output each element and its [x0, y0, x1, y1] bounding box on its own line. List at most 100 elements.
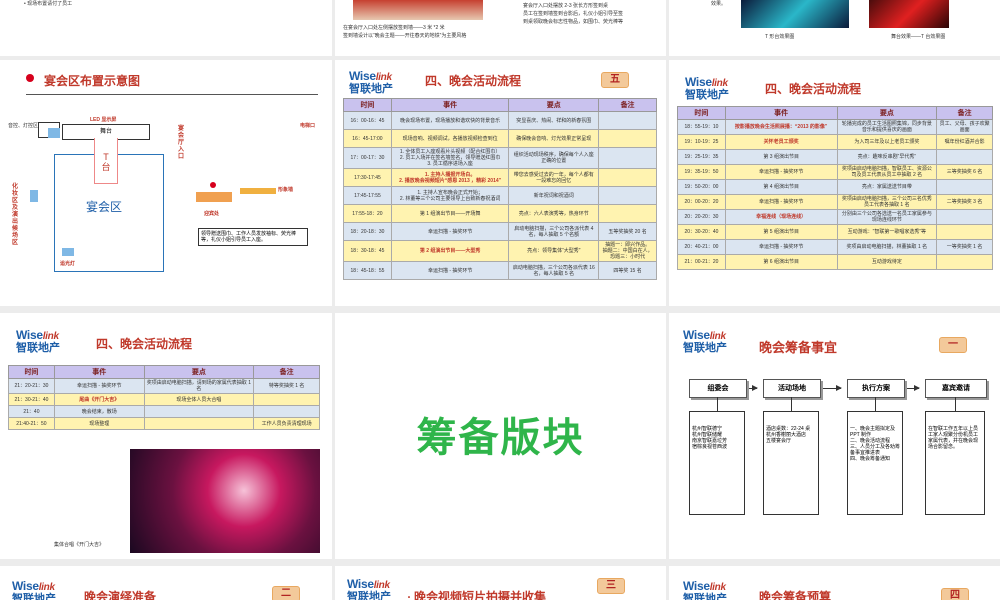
- table-cell: 亮点：趣味反串剧“早代秀”: [836, 149, 938, 165]
- table-cell: 幸福连线（现场连线）: [724, 209, 838, 225]
- section-title: 筹备版块: [416, 415, 585, 461]
- slide-text-1: 在宴会厅入口处左侧摆放签到墙——3 米 *2 米: [343, 25, 445, 31]
- slide-text: 效果。: [711, 1, 727, 7]
- connector-line: [791, 397, 792, 411]
- arrow-right-icon: [907, 385, 920, 391]
- table-cell: 按影播放晚会生活照展播：“2013 的影像”: [724, 119, 838, 135]
- company-logo: Wiselink 智联地产: [347, 577, 391, 600]
- slide-flow-1[interactable]: Wiselink 智联地产 四、晚会活动流程 五 时间 事件 要点 备注 16：…: [335, 60, 666, 306]
- slide-rehearsal[interactable]: Wiselink 智联地产 晚会演绎准备 二: [0, 566, 332, 600]
- table-cell: 17：00-17：30: [343, 147, 392, 169]
- table-row: 18：55-19：10 按影播放晚会生活照展播：“2013 的影像” 轮播完成的员工…: [677, 119, 993, 135]
- table-cell: [143, 405, 255, 418]
- table-cell: 启动电脑扫描，三个公司各派代表 16 名，每人抽取 5 名: [508, 261, 600, 280]
- table-cell: 奖项由启动电脑扫描，请到场的家属代表抽取 1 名: [143, 378, 255, 394]
- table-cell: 五等奖抽奖 20 名: [598, 222, 657, 241]
- table-cell: 20：40-21：00: [677, 239, 726, 255]
- label-led: LED 显示屏: [90, 117, 117, 123]
- flow-table: 时间 事件 要点 备注 21：20-21：30 幸运扫描 - 抽奖环节 奖项由启动电…: [8, 365, 320, 430]
- col-header: 要点: [508, 98, 600, 112]
- table-cell: 二等奖抽奖 3 名: [936, 194, 993, 210]
- connector-line: [955, 397, 956, 411]
- slide-budget[interactable]: Wiselink 智联地产 晚会筹备预算 四: [669, 566, 1000, 600]
- table-cell: 21：00-21：20: [677, 254, 726, 270]
- table-cell: 1. 主持人宣布晚会正式开始； 2. 林董等三个公司主要领导上台致新春祝酒词: [390, 186, 510, 205]
- table-cell: 第 2 组演出节目——大型秀: [390, 240, 510, 262]
- section-badge: 五: [601, 72, 629, 88]
- table-cell: [143, 417, 255, 430]
- table-row: 20：40-21：00 幸运扫描 - 抽奖环节 奖项由启动电脑扫描，林董抽取 1 名…: [677, 239, 993, 255]
- table-cell: 第 4 组演出节目: [724, 179, 838, 195]
- slide-text-2: 签到墙设计以“晚会主题——开往春天的地铁”为主要风格: [343, 33, 467, 39]
- table-cell: 幸运扫描 - 抽奖环节: [390, 261, 510, 280]
- slide-venue-layout[interactable]: 宴会区布置示意图 音控、灯控区域 LED 显示屏 舞台 T 台 宴会区 化妆区及…: [0, 60, 332, 306]
- slide-preparation[interactable]: Wiselink 智联地产 晚会筹备事宜 一 组委会 杭州智联德宁 杭州智联储耀 …: [669, 313, 1000, 559]
- slide-title: 晚会筹备事宜: [759, 340, 838, 355]
- table-cell: 带您去感受过去的一年，每个人都有一段难忘的回忆: [508, 168, 600, 187]
- label-sign-wall: 形象墙: [278, 187, 294, 193]
- slide-title: 四、晚会活动流程: [425, 74, 522, 88]
- slide-section[interactable]: 筹备版块: [335, 313, 666, 559]
- arrow-right-icon: [749, 385, 758, 391]
- slide-video[interactable]: Wiselink 智联地产 · 晚会视频短片拍摄并收集 三: [335, 566, 666, 600]
- table-cell: 幸运扫描 - 抽奖环节: [724, 239, 838, 255]
- slide-3[interactable]: 效果。 T 形台效果图 舞台效果——T 台效果图: [669, 0, 1000, 56]
- slide-bullet: • 现场布置请付了员工: [24, 1, 73, 7]
- table-row: 20：30-20：40 第 5 组演出节目 互动游戏：“智联第一歌唱家选秀”等: [677, 224, 993, 240]
- table-row: 21：00-21：20 第 6 组演出节目 互动游戏待定: [677, 254, 993, 270]
- stage-photo: [741, 0, 849, 28]
- welcome-desk: [196, 192, 232, 202]
- title-bullet: [26, 74, 34, 82]
- section-badge: 四: [941, 588, 969, 600]
- slide-title: 四、晚会活动流程: [765, 82, 862, 96]
- table-cell: 19：35-19：50: [677, 164, 726, 180]
- photo-caption: 集体合唱《开门大吉》: [54, 542, 105, 548]
- table-cell: 现场全体人员大合唱: [143, 393, 255, 406]
- slide-title: 宴会区布置示意图: [44, 74, 141, 88]
- slide-1[interactable]: • 现场布置请付了员工: [0, 0, 332, 56]
- table-cell: [598, 147, 657, 169]
- table-cell: 16：45-17:00: [343, 129, 392, 148]
- table-row: 17:45-17:55 1. 主持人宣布晚会正式开始； 2. 林董等三个公司主要领…: [343, 186, 657, 205]
- slide-2[interactable]: 在宴会厅入口处左侧摆放签到墙——3 米 *2 米 签到墙设计以“晚会主题——开往…: [335, 0, 666, 56]
- table-cell: [936, 149, 993, 165]
- table-row: 21：20-21：30 幸运扫描 - 抽奖环节 奖项由启动电脑扫描，请到场的家属代表…: [8, 378, 320, 394]
- table-cell: 19：10-19：25: [677, 134, 726, 150]
- table-cell: 为入司三年及以上老员工颁奖: [836, 134, 938, 150]
- prep-step-detail: 一、晚会主题拟定及 PPT 制作 二、晚会活动流程 三、人员分工及各劝筹备事宜推…: [847, 411, 903, 515]
- table-row: 19：50-20：00 第 4 组演出节目 亮点：家属送送节目带: [677, 179, 993, 195]
- table-cell: 组织活动现场秩序，确保每个人入座正确的位置: [508, 147, 600, 169]
- table-cell: 第 6 组演出节目: [724, 254, 838, 270]
- table-cell: 三等奖抽奖 6 名: [936, 164, 993, 180]
- table-cell: [598, 129, 657, 148]
- table-row: 21:40-21：50 现场整理 工作人员负责清理现场: [8, 417, 320, 430]
- table-cell: 现场整理: [53, 417, 145, 430]
- table-cell: 第 3 组演出节目: [724, 149, 838, 165]
- flow-table: 时间 事件 要点 备注 18：55-19：10 按影播放晚会生活照展播：“2013…: [677, 106, 993, 270]
- table-row: 17:30-17:45 1. 主持人播报开场白。 2. 播放晚会视频短片“感恩 2…: [343, 168, 657, 187]
- table-cell: 亮点：领导集体“大型秀”: [508, 240, 600, 262]
- table-row: 21：40 晚会结束，散场: [8, 405, 320, 418]
- table-row: 19：25-19：35 第 3 组演出节目 亮点：趣味反串剧“早代秀”: [677, 149, 993, 165]
- table-cell: [598, 204, 657, 223]
- table-cell: 互动游戏待定: [836, 254, 938, 270]
- table-cell: 轮播完成的员工生活图照集锦，同步背景音乐和提供喜庆的画面: [836, 119, 938, 135]
- table-cell: 17:30-17:45: [343, 168, 392, 187]
- table-cell: 晚会结束，散场: [53, 405, 145, 418]
- section-badge: 一: [939, 337, 967, 353]
- section-badge: 二: [272, 586, 300, 600]
- slide-flow-2[interactable]: Wiselink 智联地产 四、晚会活动流程 时间 事件 要点 备注 18：55…: [669, 60, 1000, 306]
- company-logo: Wiselink 智联地产: [683, 328, 727, 354]
- company-logo: Wiselink 智联地产: [349, 69, 393, 95]
- table-cell: 18：55-19：10: [677, 119, 726, 135]
- slide-flow-3[interactable]: Wiselink 智联地产 四、晚会活动流程 时间 事件 要点 备注 21：20…: [0, 313, 332, 559]
- col-header: 时间: [8, 365, 55, 379]
- table-cell: 分别由三个公司各选送一名员工家属参与现场连线环节: [836, 209, 938, 225]
- light-box: [62, 248, 74, 256]
- table-cell: 启动电脑扫描，三个公司各派代表 4 名，每人抽取 5 个名额: [508, 222, 600, 241]
- table-cell: 新年祝词和祝酒词: [508, 186, 600, 205]
- table-row: 16：45-17:00 现场音响、视频调试，各播放视频检查到位 确保晚会音响、灯光效…: [343, 129, 657, 148]
- table-cell: 21：40: [8, 405, 55, 418]
- company-logo: Wiselink 智联地产: [16, 328, 60, 354]
- t-stage: T 台: [94, 138, 118, 184]
